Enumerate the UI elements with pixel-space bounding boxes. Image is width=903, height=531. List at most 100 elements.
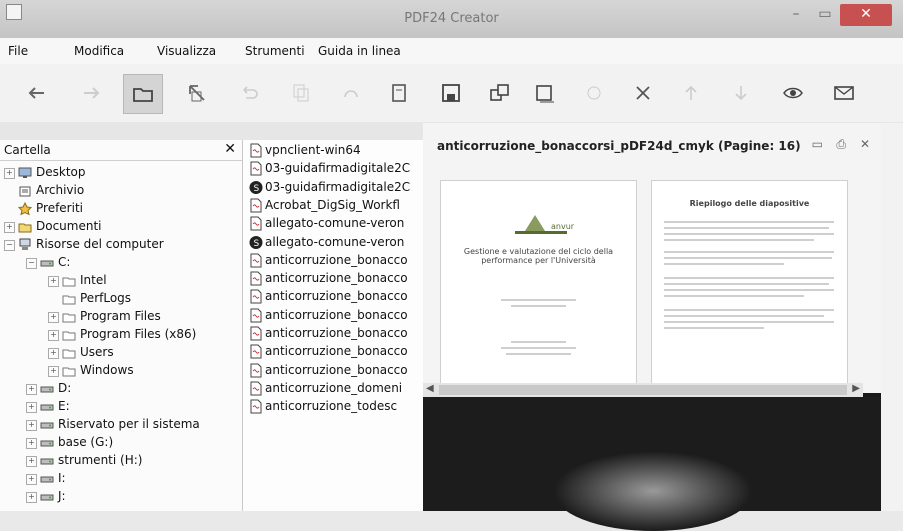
file-list-item[interactable]: Sallegato-comune-veron [249, 234, 423, 252]
file-list-item[interactable]: anticorruzione_bonacco [249, 288, 423, 306]
preview-page-1[interactable]: anvur Gestione e valutazione del ciclo d… [440, 180, 637, 392]
file-list-item[interactable]: anticorruzione_bonacco [249, 343, 423, 361]
file-name: allegato-comune-veron [265, 216, 405, 231]
preview-horizontal-scrollbar[interactable]: ◀ ▶ [423, 383, 863, 397]
file-list-item[interactable]: allegato-comune-veron [249, 215, 423, 233]
expand-icon[interactable]: + [48, 330, 59, 341]
file-list-item[interactable]: S 03-guidafirmadigitale2C [249, 179, 423, 197]
menu-modifica[interactable]: Modifica [74, 44, 124, 58]
expand-icon[interactable]: + [48, 366, 59, 377]
tree-item[interactable]: + I: [0, 470, 242, 488]
tree-item-label: PerfLogs [80, 291, 132, 305]
menu-strumenti[interactable]: Strumenti [245, 44, 305, 58]
tree-item[interactable]: + Program Files [0, 308, 242, 326]
preview-print-icon[interactable]: ⎙ [833, 137, 849, 153]
tree-item[interactable]: Archivio [0, 182, 242, 200]
back-button[interactable] [18, 74, 56, 112]
tree-item[interactable]: − C: [0, 254, 242, 272]
move-up-button[interactable] [672, 74, 710, 112]
copy-button[interactable] [282, 74, 320, 112]
scroll-left-icon[interactable]: ◀ [426, 383, 434, 394]
menu-visualizza[interactable]: Visualizza [157, 44, 216, 58]
preview-dark-area [423, 397, 881, 531]
expand-icon[interactable]: + [4, 222, 15, 233]
tree-item-label: Riservato per il sistema [58, 417, 200, 431]
tree-item[interactable]: + Documenti [0, 218, 242, 236]
expand-icon[interactable]: + [48, 312, 59, 323]
file-list-item[interactable]: anticorruzione_bonacco [249, 362, 423, 380]
file-list-item[interactable]: vpnclient-win64 [249, 142, 423, 160]
tree-item[interactable]: + D: [0, 380, 242, 398]
pdf-file-icon [249, 216, 263, 231]
close-button[interactable]: ✕ [840, 4, 892, 26]
expand-icon[interactable]: + [26, 402, 37, 413]
expand-icon[interactable]: + [26, 420, 37, 431]
tree-item[interactable]: + Intel [0, 272, 242, 290]
tree-item[interactable]: + E: [0, 398, 242, 416]
file-list-item[interactable]: anticorruzione_bonacco [249, 252, 423, 270]
open-folder-button[interactable] [123, 74, 163, 114]
expand-icon[interactable]: + [26, 492, 37, 503]
preview-button[interactable] [774, 74, 812, 112]
file-list-item[interactable]: anticorruzione_domeni [249, 380, 423, 398]
file-list-item[interactable]: anticorruzione_todesc [249, 398, 423, 416]
file-list-item[interactable]: anticorruzione_bonacco [249, 270, 423, 288]
file-name: 03-guidafirmadigitale2C [265, 179, 411, 194]
tree-item[interactable]: + Users [0, 344, 242, 362]
save-button[interactable] [380, 74, 418, 112]
minimize-button[interactable]: – [784, 4, 808, 26]
delete-button[interactable] [624, 74, 662, 112]
tree-item[interactable]: + Riservato per il sistema [0, 416, 242, 434]
file-list-item[interactable]: anticorruzione_bonacco [249, 307, 423, 325]
expand-icon[interactable]: + [26, 456, 37, 467]
tree-item[interactable]: + Desktop [0, 164, 242, 182]
tree-item[interactable]: + J: [0, 488, 242, 506]
folder-panel-close-button[interactable]: ✕ [224, 141, 236, 157]
page-button[interactable] [526, 74, 564, 112]
menu-file[interactable]: File [8, 44, 28, 58]
tree-item-label: E: [58, 399, 70, 413]
undo-button[interactable] [230, 74, 268, 112]
paste-button[interactable] [332, 74, 370, 112]
preview-page-2-heading: Riepilogo delle diapositive [689, 199, 810, 208]
import-button[interactable] [178, 74, 216, 112]
tree-item[interactable]: PerfLogs [0, 290, 242, 308]
tree-item[interactable]: + Program Files (x86) [0, 326, 242, 344]
tree-item-label: Risorse del computer [36, 237, 164, 251]
scrollbar-thumb[interactable] [439, 385, 847, 395]
expand-icon[interactable]: + [4, 168, 15, 179]
expand-icon[interactable]: + [48, 276, 59, 287]
preview-page-2[interactable]: Riepilogo delle diapositive [651, 180, 848, 392]
tree-item-label: D: [58, 381, 72, 395]
preview-close-icon[interactable]: ✕ [857, 137, 873, 153]
move-down-button[interactable] [722, 74, 760, 112]
tree-item[interactable]: Preferiti [0, 200, 242, 218]
tree-item[interactable]: + base (G:) [0, 434, 242, 452]
collapse-icon[interactable]: − [26, 258, 37, 269]
text-line [664, 233, 834, 235]
expand-icon[interactable]: + [26, 438, 37, 449]
menu-guida[interactable]: Guida in linea [318, 44, 401, 58]
save-icon [392, 84, 406, 102]
file-name: anticorruzione_bonacco [265, 289, 408, 304]
scroll-right-icon[interactable]: ▶ [852, 383, 860, 394]
forward-button[interactable] [72, 74, 110, 112]
maximize-button[interactable]: ▭ [812, 4, 838, 26]
expand-icon[interactable]: + [26, 384, 37, 395]
tree-item[interactable]: + Windows [0, 362, 242, 380]
merge-button[interactable] [481, 74, 519, 112]
text-line [664, 309, 834, 311]
file-name: 03-guidafirmadigitale2C [265, 161, 411, 176]
collapse-icon[interactable]: − [4, 240, 15, 251]
file-list-item[interactable]: Acrobat_DigSig_Workfl [249, 197, 423, 215]
tree-item[interactable]: − Risorse del computer [0, 236, 242, 254]
save-as-button[interactable] [432, 74, 470, 112]
email-button[interactable] [825, 74, 863, 112]
file-list-item[interactable]: 03-guidafirmadigitale2C [249, 160, 423, 178]
expand-icon[interactable]: + [26, 474, 37, 485]
expand-icon[interactable]: + [48, 348, 59, 359]
file-list-item[interactable]: anticorruzione_bonacco [249, 325, 423, 343]
preview-save-icon[interactable]: ▭ [809, 137, 825, 153]
tree-item[interactable]: + strumenti (H:) [0, 452, 242, 470]
split-button[interactable] [575, 74, 613, 112]
